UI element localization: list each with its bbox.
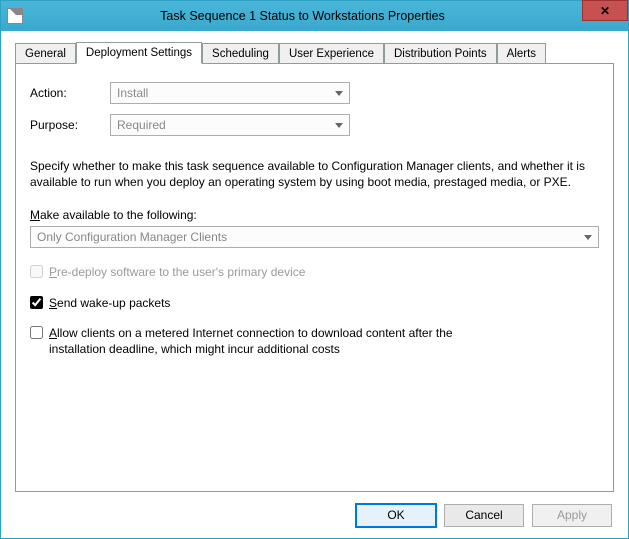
available-value: Only Configuration Manager Clients [37, 230, 227, 244]
dialog-button-bar: OK Cancel Apply [1, 492, 628, 538]
ok-button[interactable]: OK [356, 504, 436, 527]
chevron-down-icon [335, 91, 343, 96]
action-row: Action: Install [30, 82, 599, 104]
chevron-down-icon [335, 123, 343, 128]
purpose-label: Purpose: [30, 118, 110, 132]
predeploy-checkbox [30, 265, 43, 278]
metered-row: Allow clients on a metered Internet conn… [30, 325, 599, 357]
tab-user-experience[interactable]: User Experience [279, 43, 384, 63]
tab-deployment-settings[interactable]: Deployment Settings [76, 42, 202, 64]
apply-button: Apply [532, 504, 612, 527]
purpose-value: Required [117, 118, 166, 132]
action-label: Action: [30, 86, 110, 100]
tab-scheduling[interactable]: Scheduling [202, 43, 279, 63]
content-area: General Deployment Settings Scheduling U… [1, 31, 628, 492]
metered-checkbox[interactable] [30, 326, 43, 339]
action-value: Install [117, 86, 148, 100]
cancel-button[interactable]: Cancel [444, 504, 524, 527]
wakeup-row: Send wake-up packets [30, 295, 599, 311]
tab-general[interactable]: General [15, 43, 76, 63]
available-label: Make available to the following: [30, 208, 599, 222]
predeploy-label: Pre-deploy software to the user's primar… [49, 264, 305, 280]
dialog-window: Task Sequence 1 Status to Workstations P… [0, 0, 629, 539]
wakeup-label: Send wake-up packets [49, 295, 170, 311]
purpose-select[interactable]: Required [110, 114, 350, 136]
tab-distribution-points[interactable]: Distribution Points [384, 43, 497, 63]
app-icon [7, 8, 23, 24]
close-button[interactable]: ✕ [582, 0, 628, 21]
close-icon: ✕ [600, 4, 610, 18]
chevron-down-icon [584, 235, 592, 240]
action-select[interactable]: Install [110, 82, 350, 104]
tabs-strip: General Deployment Settings Scheduling U… [15, 41, 614, 63]
tab-alerts[interactable]: Alerts [497, 43, 546, 63]
wakeup-checkbox[interactable] [30, 296, 43, 309]
title-bar: Task Sequence 1 Status to Workstations P… [1, 1, 628, 31]
description-text: Specify whether to make this task sequen… [30, 158, 599, 190]
metered-label: Allow clients on a metered Internet conn… [49, 325, 479, 357]
window-title: Task Sequence 1 Status to Workstations P… [27, 9, 628, 23]
predeploy-row: Pre-deploy software to the user's primar… [30, 264, 599, 280]
purpose-row: Purpose: Required [30, 114, 599, 136]
tab-panel-deployment: Action: Install Purpose: Required Specif… [15, 63, 614, 492]
available-select[interactable]: Only Configuration Manager Clients [30, 226, 599, 248]
